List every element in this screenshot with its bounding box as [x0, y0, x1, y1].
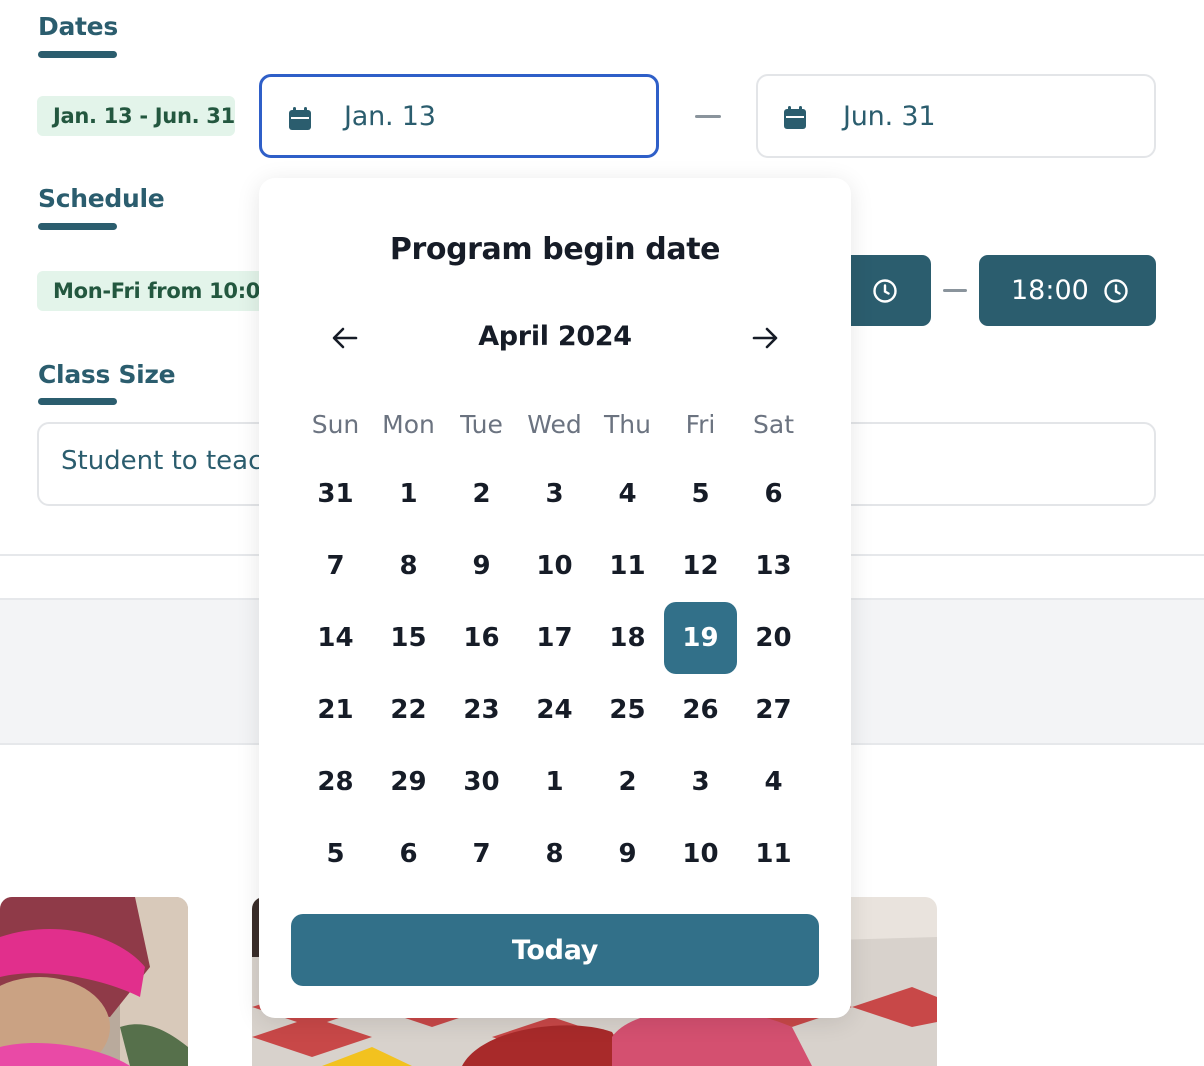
arrow-right-icon[interactable] [749, 322, 781, 354]
calendar-day-selected[interactable]: 19 [664, 602, 737, 674]
calendar-day[interactable]: 9 [445, 530, 518, 602]
start-date-value: Jan. 13 [344, 100, 436, 132]
date-range-separator [695, 115, 721, 118]
calendar-day[interactable]: 27 [737, 674, 810, 746]
calendar-day[interactable]: 5 [299, 818, 372, 890]
calendar-day[interactable]: 21 [299, 674, 372, 746]
calendar-day[interactable]: 5 [664, 458, 737, 530]
calendar-day[interactable]: 24 [518, 674, 591, 746]
end-date-value: Jun. 31 [843, 100, 936, 132]
dates-title-underline [38, 51, 117, 58]
class-size-title-underline [38, 398, 117, 405]
today-button[interactable]: Today [291, 914, 819, 986]
start-date-input[interactable]: Jan. 13 [259, 74, 659, 158]
calendar-day[interactable]: 4 [591, 458, 664, 530]
clock-icon [1104, 278, 1128, 303]
calendar-day[interactable]: 8 [372, 530, 445, 602]
calendar-icon [289, 107, 311, 130]
schedule-title: Schedule [38, 184, 165, 213]
calendar-day[interactable]: 9 [591, 818, 664, 890]
calendar-day[interactable]: 10 [664, 818, 737, 890]
calendar-day[interactable]: 15 [372, 602, 445, 674]
calendar-day[interactable]: 8 [518, 818, 591, 890]
weekday-label: Thu [604, 410, 651, 439]
calendar-day[interactable]: 7 [299, 530, 372, 602]
calendar-day[interactable]: 16 [445, 602, 518, 674]
datepicker-popover: Program begin date April 2024 Sun Mon Tue W… [259, 178, 851, 1018]
weekday-label: Sun [311, 410, 360, 439]
calendar-day[interactable]: 28 [299, 746, 372, 818]
student-photo [0, 897, 188, 1066]
date-range-chip: Jan. 13 - Jun. 31 [37, 96, 235, 136]
calendar-day[interactable]: 6 [372, 818, 445, 890]
time-range-separator [943, 289, 967, 292]
calendar-day[interactable]: 4 [737, 746, 810, 818]
calendar-day[interactable]: 6 [737, 458, 810, 530]
calendar-day[interactable]: 2 [445, 458, 518, 530]
clock-icon [873, 278, 897, 303]
calendar-day[interactable]: 26 [664, 674, 737, 746]
calendar-day[interactable]: 14 [299, 602, 372, 674]
weekday-label: Sat [753, 410, 794, 439]
dates-title: Dates [38, 12, 118, 41]
calendar-day[interactable]: 3 [664, 746, 737, 818]
end-time-value: 18:00 [1011, 275, 1089, 306]
calendar-day[interactable]: 11 [591, 530, 664, 602]
calendar-day[interactable]: 20 [737, 602, 810, 674]
class-size-title: Class Size [38, 360, 176, 389]
calendar-day[interactable]: 25 [591, 674, 664, 746]
weekday-label: Wed [527, 410, 582, 439]
calendar-day[interactable]: 13 [737, 530, 810, 602]
calendar-day[interactable]: 3 [518, 458, 591, 530]
weekday-label: Tue [460, 410, 503, 439]
calendar-day[interactable]: 12 [664, 530, 737, 602]
calendar-day[interactable]: 22 [372, 674, 445, 746]
weekday-label: Fri [685, 410, 716, 439]
calendar-icon [784, 106, 806, 129]
datepicker-title: Program begin date [389, 232, 721, 267]
calendar-day[interactable]: 23 [445, 674, 518, 746]
schedule-chip: Mon-Fri from 10:00 [37, 271, 277, 311]
calendar-day[interactable]: 29 [372, 746, 445, 818]
calendar-day[interactable]: 11 [737, 818, 810, 890]
calendar-day[interactable]: 1 [518, 746, 591, 818]
calendar-day[interactable]: 31 [299, 458, 372, 530]
calendar-day[interactable]: 1 [372, 458, 445, 530]
calendar-day[interactable]: 2 [591, 746, 664, 818]
calendar-day[interactable]: 10 [518, 530, 591, 602]
calendar-day[interactable]: 7 [445, 818, 518, 890]
calendar-day[interactable]: 17 [518, 602, 591, 674]
schedule-title-underline [38, 223, 117, 230]
weekday-label: Mon [382, 410, 435, 439]
end-time-button[interactable]: 18:00 [979, 255, 1156, 326]
calendar-day[interactable]: 18 [591, 602, 664, 674]
end-date-input[interactable]: Jun. 31 [756, 74, 1156, 158]
calendar-day[interactable]: 30 [445, 746, 518, 818]
